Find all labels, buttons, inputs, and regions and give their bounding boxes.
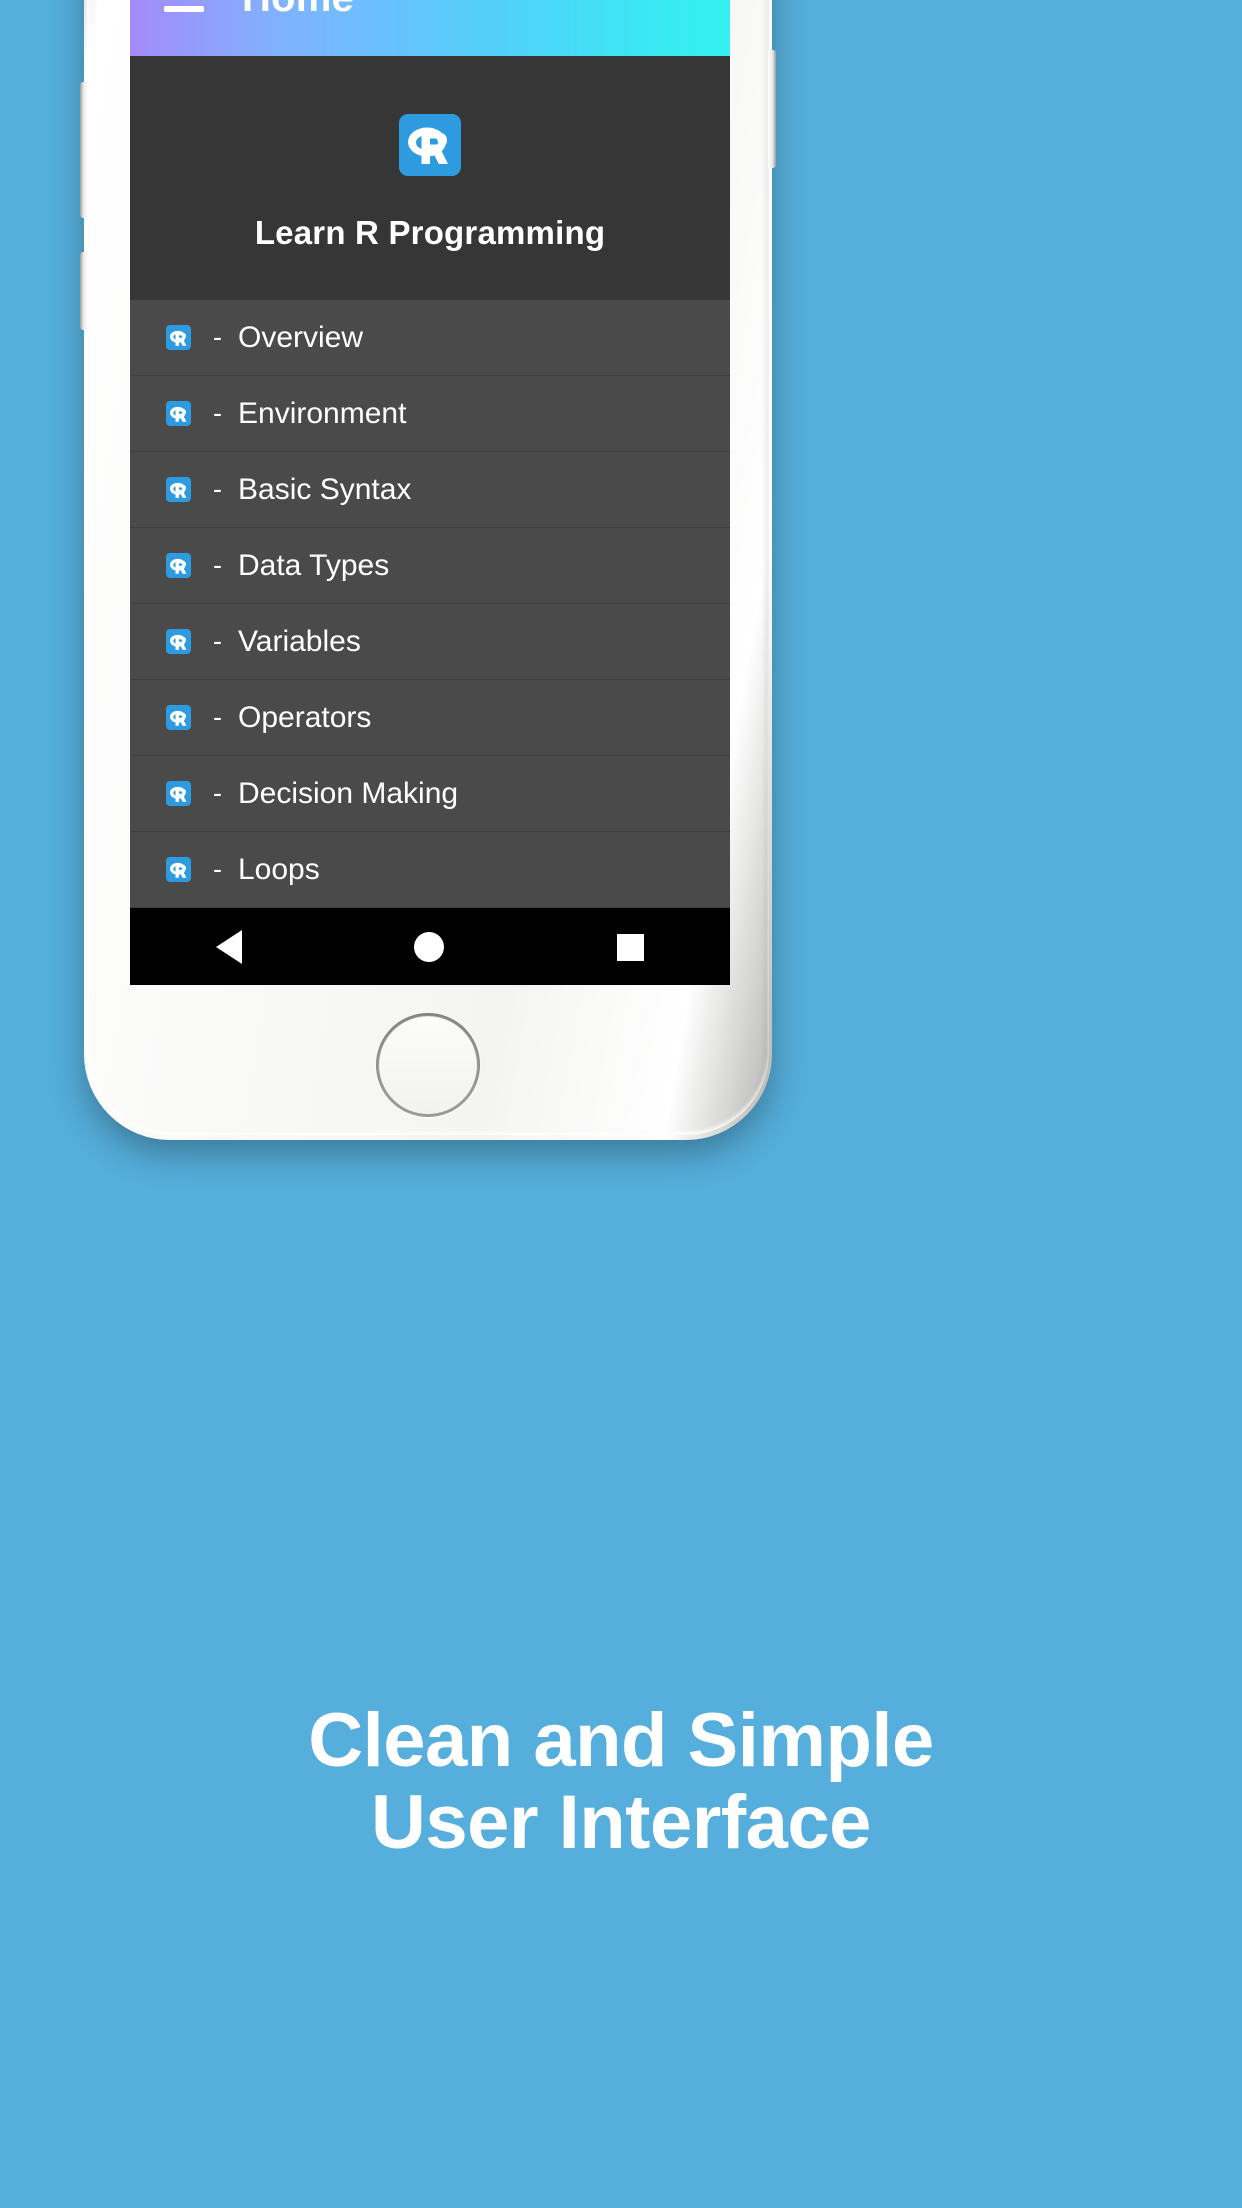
phone-mockup: Home Learn R Programming — [80, 0, 776, 1140]
drawer-item-label: Decision Making — [238, 776, 459, 810]
r-logo-icon — [166, 781, 191, 806]
drawer-item-basic-syntax[interactable]: - Basic Syntax — [130, 452, 730, 528]
caption-line-1: Clean and Simple — [308, 1698, 934, 1783]
app-bar: Home — [130, 0, 730, 56]
drawer-item-dash: - — [213, 474, 222, 504]
drawer-item-label: Variables — [238, 624, 361, 658]
page-title: Home — [242, 0, 354, 18]
drawer-item-loops[interactable]: - Loops — [130, 832, 730, 908]
drawer-item-dash: - — [213, 702, 222, 732]
drawer-item-dash: - — [213, 550, 222, 580]
drawer-item-label: Operators — [238, 700, 372, 734]
drawer-item-dash: - — [213, 398, 222, 428]
r-logo-icon — [166, 629, 191, 654]
drawer-item-dash: - — [213, 322, 222, 352]
drawer-item-overview[interactable]: - Overview — [130, 300, 730, 376]
r-logo-icon — [166, 401, 191, 426]
r-logo-icon — [166, 553, 191, 578]
drawer-item-decision-making[interactable]: - Decision Making — [130, 756, 730, 832]
phone-screen: Home Learn R Programming — [130, 0, 730, 985]
r-logo-icon — [166, 705, 191, 730]
hamburger-menu-icon[interactable] — [164, 0, 210, 12]
promo-caption: Clean and Simple User Interface — [0, 1698, 1242, 1866]
drawer-item-label: Basic Syntax — [238, 472, 412, 506]
drawer-item-operators[interactable]: - Operators — [130, 680, 730, 756]
r-logo-icon — [399, 114, 461, 176]
volume-down-button[interactable] — [80, 252, 88, 330]
recents-square-icon[interactable] — [616, 933, 644, 961]
r-logo-icon — [166, 477, 191, 502]
volume-up-button[interactable] — [80, 82, 88, 218]
r-logo-icon — [166, 325, 191, 350]
android-navigation-bar — [130, 909, 730, 985]
drawer-item-environment[interactable]: - Environment — [130, 376, 730, 452]
back-triangle-icon[interactable] — [216, 930, 243, 964]
drawer-item-dash: - — [213, 854, 222, 884]
drawer-item-label: Overview — [238, 320, 364, 354]
drawer-item-dash: - — [213, 778, 222, 808]
drawer-item-label: Loops — [238, 852, 320, 886]
power-button[interactable] — [768, 50, 776, 168]
drawer-item-dash: - — [213, 626, 222, 656]
drawer-menu-list: - Overview - Environment - Basic Syntax … — [130, 300, 730, 908]
drawer-title: Learn R Programming — [254, 214, 606, 251]
caption-line-2: User Interface — [371, 1780, 871, 1866]
r-logo-icon — [166, 857, 191, 882]
drawer-item-variables[interactable]: - Variables — [130, 604, 730, 680]
home-circle-icon[interactable] — [414, 932, 445, 962]
drawer-item-label: Environment — [238, 396, 407, 430]
home-button[interactable] — [376, 1013, 480, 1117]
drawer-item-data-types[interactable]: - Data Types — [130, 528, 730, 604]
drawer-header: Learn R Programming — [130, 56, 730, 300]
drawer-item-label: Data Types — [238, 548, 390, 582]
